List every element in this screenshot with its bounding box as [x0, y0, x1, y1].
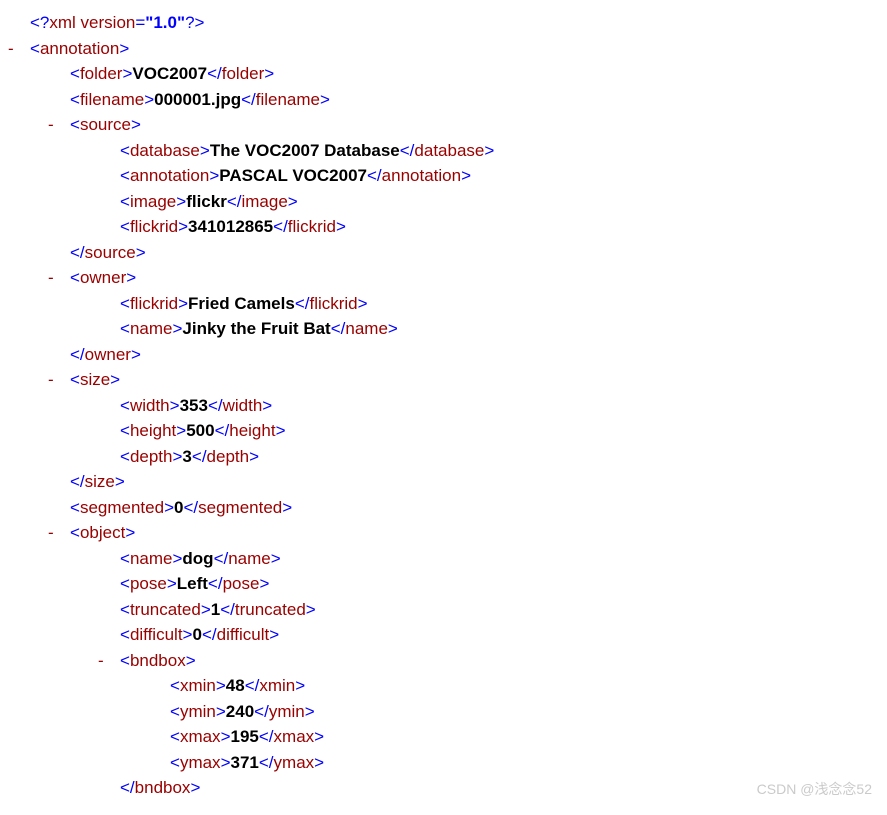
- value-owner-name: Jinky the Fruit Bat: [182, 319, 330, 338]
- value-image: flickr: [186, 192, 227, 211]
- tag-filename: <filename>000001.jpg</filename>: [0, 87, 887, 113]
- collapse-icon[interactable]: -: [48, 367, 54, 393]
- value-xmin: 48: [226, 676, 245, 695]
- value-folder: VOC2007: [132, 64, 207, 83]
- value-ymin: 240: [226, 702, 254, 721]
- value-owner-flickrid: Fried Camels: [188, 294, 295, 313]
- tag-ymax: <ymax>371</ymax>: [0, 750, 887, 776]
- tag-folder: <folder>VOC2007</folder>: [0, 61, 887, 87]
- value-width: 353: [180, 396, 208, 415]
- value-difficult: 0: [192, 625, 201, 644]
- tag-source-close: </source>: [0, 240, 887, 266]
- value-filename: 000001.jpg: [154, 90, 241, 109]
- value-ymax: 371: [231, 753, 259, 772]
- value-source-flickrid: 341012865: [188, 217, 273, 236]
- tag-size-close: </size>: [0, 469, 887, 495]
- tag-pose: <pose>Left</pose>: [0, 571, 887, 597]
- tag-ymin: <ymin>240</ymin>: [0, 699, 887, 725]
- watermark: CSDN @浅念念52: [757, 779, 872, 800]
- tag-owner-open[interactable]: -<owner>: [0, 265, 887, 291]
- value-source-annotation: PASCAL VOC2007: [219, 166, 367, 185]
- tag-bndbox-close: </bndbox>: [0, 775, 887, 801]
- tag-image: <image>flickr</image>: [0, 189, 887, 215]
- collapse-icon[interactable]: -: [98, 648, 104, 674]
- value-depth: 3: [182, 447, 191, 466]
- value-truncated: 1: [211, 600, 220, 619]
- tag-annotation-open[interactable]: -<annotation>: [0, 36, 887, 62]
- tag-difficult: <difficult>0</difficult>: [0, 622, 887, 648]
- tag-object-name: <name>dog</name>: [0, 546, 887, 572]
- value-height: 500: [186, 421, 214, 440]
- tag-owner-close: </owner>: [0, 342, 887, 368]
- collapse-icon[interactable]: -: [8, 36, 14, 62]
- tag-xmin: <xmin>48</xmin>: [0, 673, 887, 699]
- tag-owner-flickrid: <flickrid>Fried Camels</flickrid>: [0, 291, 887, 317]
- value-database: The VOC2007 Database: [210, 141, 400, 160]
- tag-truncated: <truncated>1</truncated>: [0, 597, 887, 623]
- collapse-icon[interactable]: -: [48, 520, 54, 546]
- tag-source-flickrid: <flickrid>341012865</flickrid>: [0, 214, 887, 240]
- tag-database: <database>The VOC2007 Database</database…: [0, 138, 887, 164]
- xml-declaration: <?xml version="1.0"?>: [0, 10, 887, 36]
- tag-source-annotation: <annotation>PASCAL VOC2007</annotation>: [0, 163, 887, 189]
- tag-segmented: <segmented>0</segmented>: [0, 495, 887, 521]
- tag-height: <height>500</height>: [0, 418, 887, 444]
- tag-owner-name: <name>Jinky the Fruit Bat</name>: [0, 316, 887, 342]
- value-pose: Left: [177, 574, 208, 593]
- collapse-icon[interactable]: -: [48, 112, 54, 138]
- tag-width: <width>353</width>: [0, 393, 887, 419]
- value-object-name: dog: [182, 549, 213, 568]
- tag-object-open[interactable]: -<object>: [0, 520, 887, 546]
- tag-size-open[interactable]: -<size>: [0, 367, 887, 393]
- tag-bndbox-open[interactable]: -<bndbox>: [0, 648, 887, 674]
- tag-depth: <depth>3</depth>: [0, 444, 887, 470]
- tag-xmax: <xmax>195</xmax>: [0, 724, 887, 750]
- collapse-icon[interactable]: -: [48, 265, 54, 291]
- value-xmax: 195: [231, 727, 259, 746]
- tag-source-open[interactable]: -<source>: [0, 112, 887, 138]
